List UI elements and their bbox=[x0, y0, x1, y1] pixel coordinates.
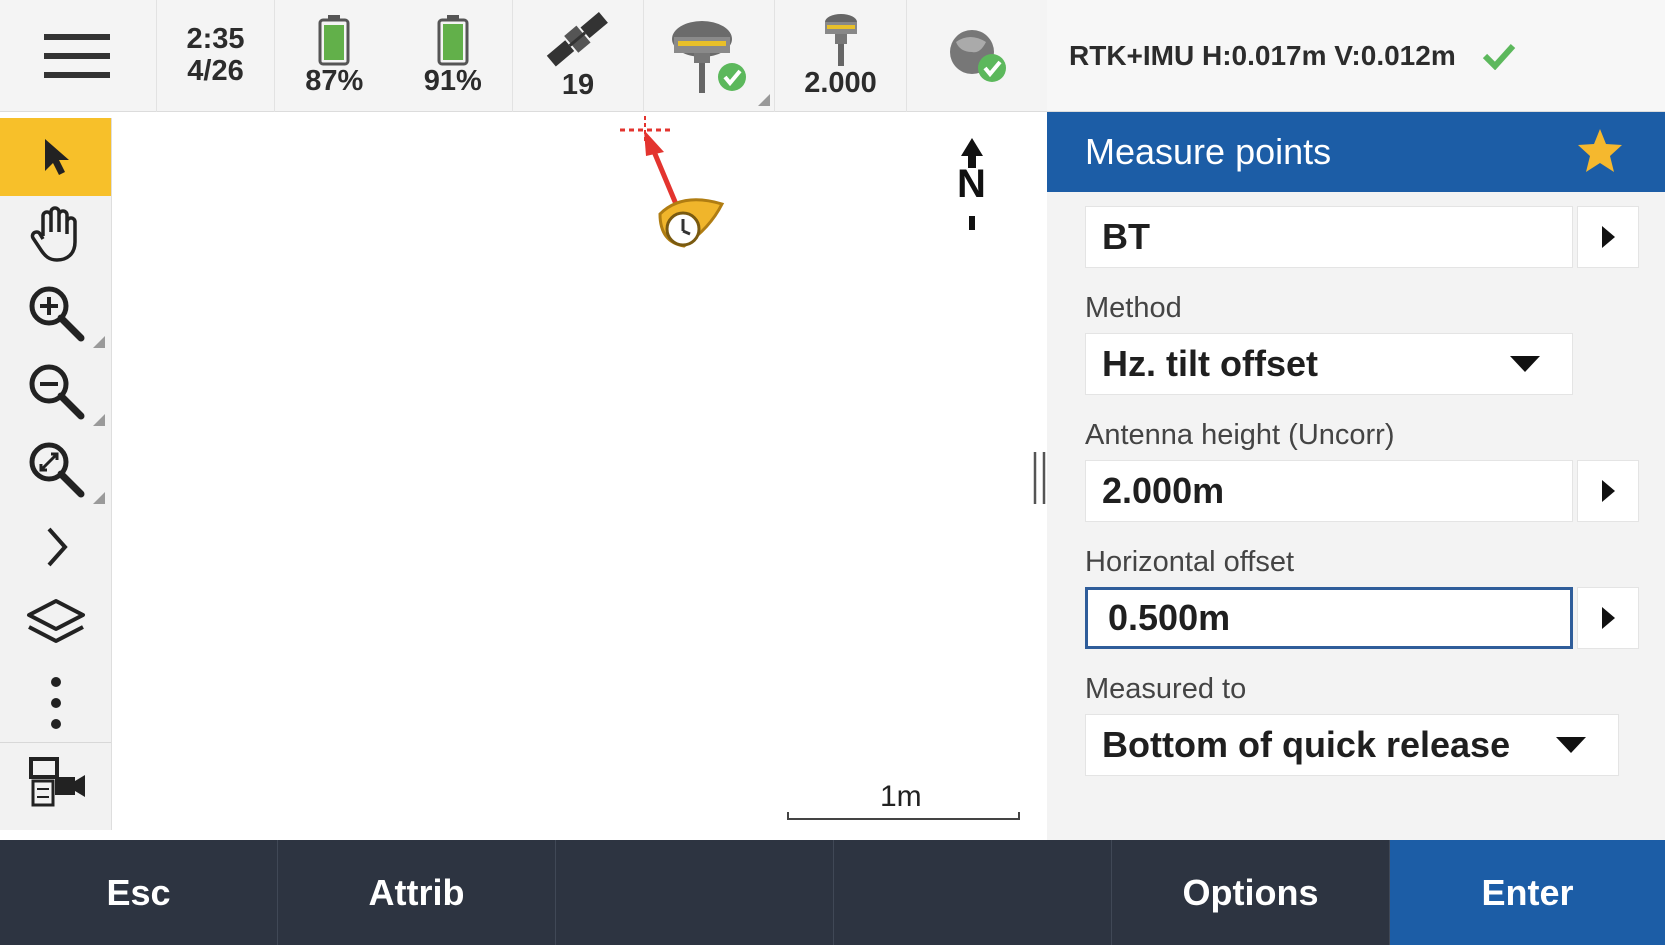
code-field[interactable]: BT bbox=[1085, 206, 1573, 268]
enter-button[interactable]: Enter bbox=[1390, 840, 1665, 945]
receiver-menu-corner bbox=[758, 94, 770, 106]
empty-softkey-2 bbox=[834, 840, 1112, 945]
antenna-height-status[interactable]: 2.000 bbox=[775, 0, 907, 112]
layers-icon bbox=[26, 599, 85, 643]
measured-to-row: Bottom of quick release bbox=[1085, 714, 1665, 776]
options-button[interactable]: Options bbox=[1112, 840, 1390, 945]
zoom-in-submenu-corner bbox=[93, 336, 105, 348]
rtk-precision-text: RTK+IMU H:0.017m V:0.012m bbox=[1069, 39, 1456, 71]
zoom-out-icon bbox=[29, 364, 84, 420]
zoom-out-tool[interactable] bbox=[0, 352, 111, 430]
battery-2-percent: 91% bbox=[423, 65, 482, 98]
battery-status[interactable]: 87% 91% bbox=[275, 0, 513, 112]
horizontal-offset-arrow-button[interactable] bbox=[1577, 587, 1639, 649]
zoom-in-tool[interactable] bbox=[0, 274, 111, 352]
dropdown-arrow-icon bbox=[1510, 356, 1540, 372]
offset-arrowhead bbox=[644, 130, 664, 156]
pointer-icon bbox=[44, 139, 69, 175]
expand-toolbar-button[interactable] bbox=[0, 508, 111, 586]
more-vertical-icon bbox=[50, 677, 61, 729]
scale-bar-label: 1m bbox=[880, 780, 922, 813]
zoom-extents-icon bbox=[29, 442, 84, 498]
star-icon[interactable] bbox=[1575, 126, 1625, 176]
antenna-height-field[interactable]: 2.000m bbox=[1085, 460, 1573, 522]
time-text: 2:35 bbox=[186, 23, 245, 56]
video-tool[interactable] bbox=[0, 742, 111, 820]
battery-1-percent: 87% bbox=[305, 65, 364, 98]
map-view[interactable]: N bbox=[112, 112, 1047, 840]
code-row: BT bbox=[1085, 206, 1665, 268]
rtk-status-bar[interactable]: RTK+IMU H:0.017m V:0.012m bbox=[1047, 0, 1665, 112]
app-window: 2:35 4/26 87% 91% 19 2.000 RTK+IMU H:0.0… bbox=[0, 0, 1665, 945]
satellite-icon bbox=[546, 12, 608, 67]
pan-tool[interactable] bbox=[0, 196, 111, 274]
battery-1: 87% bbox=[305, 14, 363, 98]
menu-button[interactable] bbox=[0, 0, 157, 112]
satellite-count: 19 bbox=[561, 69, 595, 102]
panel-title: Measure points bbox=[1085, 131, 1332, 172]
antenna-height-arrow-button[interactable] bbox=[1577, 460, 1639, 522]
map-toolbar bbox=[0, 118, 112, 830]
status-bar: 2:35 4/26 87% 91% 19 2.000 bbox=[0, 0, 1047, 112]
panel-header: Measure points bbox=[1047, 112, 1665, 192]
attrib-button[interactable]: Attrib bbox=[278, 840, 556, 945]
scale-bar bbox=[787, 812, 1020, 820]
gnss-receiver-icon bbox=[672, 21, 746, 93]
north-label: N bbox=[957, 162, 986, 206]
zoom-in-icon bbox=[29, 286, 84, 342]
satellite-status[interactable]: 19 bbox=[513, 0, 644, 112]
dropdown-arrow-icon bbox=[1556, 737, 1586, 753]
method-row: Hz. tilt offset bbox=[1085, 333, 1665, 395]
arrow-right-icon bbox=[1602, 226, 1615, 248]
hand-icon bbox=[30, 206, 77, 262]
antenna-height-text: 2.000 bbox=[804, 67, 877, 100]
controller-camera-icon bbox=[28, 756, 85, 806]
time-date-status[interactable]: 2:35 4/26 bbox=[157, 0, 275, 112]
battery-icon bbox=[437, 15, 469, 66]
battery-2: 91% bbox=[424, 14, 482, 98]
method-select[interactable]: Hz. tilt offset bbox=[1085, 333, 1573, 395]
network-status-icon bbox=[950, 30, 1006, 82]
zoom-out-submenu-corner bbox=[93, 414, 105, 426]
measure-points-panel: Measure points BT Method Hz. tilt offset… bbox=[1047, 112, 1665, 840]
network-status[interactable] bbox=[907, 0, 1047, 112]
empty-softkey-1 bbox=[556, 840, 834, 945]
battery-icon bbox=[318, 15, 350, 66]
code-arrow-button[interactable] bbox=[1577, 206, 1639, 268]
antenna-height-label: Antenna height (Uncorr) bbox=[1085, 419, 1395, 451]
horizontal-offset-label: Horizontal offset bbox=[1085, 546, 1295, 578]
check-icon bbox=[1482, 43, 1515, 70]
esc-button[interactable]: Esc bbox=[0, 840, 278, 945]
horizontal-offset-row: 0.500m bbox=[1085, 587, 1665, 649]
arrow-right-icon bbox=[1602, 607, 1615, 629]
zoom-extents-tool[interactable] bbox=[0, 430, 111, 508]
antenna-icon bbox=[824, 14, 857, 67]
hamburger-icon bbox=[44, 34, 110, 78]
method-label: Method bbox=[1085, 292, 1182, 324]
measured-to-value: Bottom of quick release bbox=[1102, 724, 1511, 765]
layers-tool[interactable] bbox=[0, 586, 111, 664]
antenna-height-row: 2.000m bbox=[1085, 460, 1665, 522]
chevron-right-icon bbox=[47, 527, 68, 567]
select-tool[interactable] bbox=[0, 118, 111, 196]
method-value: Hz. tilt offset bbox=[1102, 343, 1318, 384]
measured-to-select[interactable]: Bottom of quick release bbox=[1085, 714, 1619, 776]
more-tools-button[interactable] bbox=[0, 664, 111, 742]
measured-to-label: Measured to bbox=[1085, 673, 1247, 705]
zoom-extents-submenu-corner bbox=[93, 492, 105, 504]
map-canvas bbox=[620, 116, 983, 248]
current-position-icon bbox=[658, 198, 725, 248]
date-text: 4/26 bbox=[187, 55, 244, 87]
horizontal-offset-field[interactable]: 0.500m bbox=[1085, 587, 1573, 649]
arrow-right-icon bbox=[1602, 480, 1615, 502]
receiver-status[interactable] bbox=[644, 0, 775, 112]
softkey-bar: Esc Attrib Options Enter bbox=[0, 840, 1665, 945]
